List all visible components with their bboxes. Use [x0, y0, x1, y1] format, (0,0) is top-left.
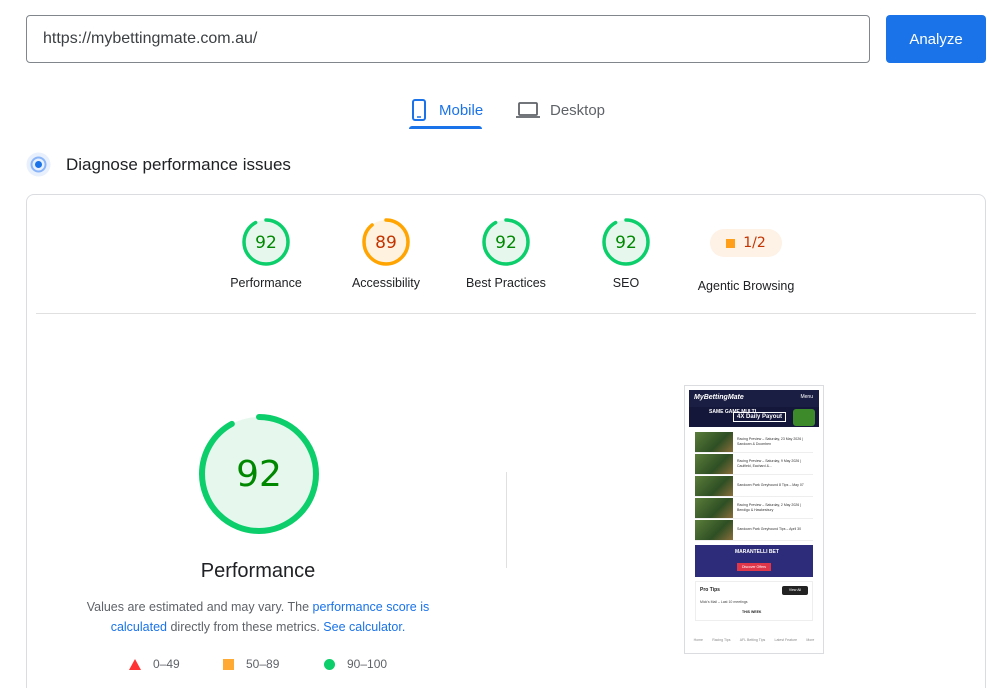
laptop-icon: [516, 102, 540, 118]
gauge-label: Performance: [230, 276, 302, 290]
gauge-score: 92: [615, 233, 637, 253]
gauge-ring: 92: [242, 218, 290, 266]
gauge-score: 92: [255, 233, 277, 253]
tab-desktop[interactable]: Desktop: [516, 90, 605, 130]
average-square-icon: [726, 238, 736, 248]
analyze-button[interactable]: Analyze: [886, 15, 986, 63]
thumb-article-list: Racing Preview – Saturday, 23 May 2026 |…: [695, 431, 813, 541]
divider: [506, 472, 507, 568]
thumb-banner: SAME GAME MULTI 4X Daily Payout: [689, 407, 819, 427]
pass-circle-icon: [324, 658, 335, 670]
gauge-label: SEO: [612, 276, 640, 290]
gauge-seo[interactable]: 92 SEO: [556, 217, 696, 290]
gauge-accessibility[interactable]: 89 Accessibility: [316, 217, 456, 290]
average-square-icon: [223, 658, 234, 670]
list-item: Sandown Park Greyhound Tips – April 30: [695, 519, 813, 541]
gauge-label: Agentic Browsing: [697, 279, 795, 293]
list-item: Racing Preview – Saturday, 2 May 2026 | …: [695, 497, 813, 519]
smartphone-icon: [412, 99, 426, 121]
active-tab-indicator: [409, 126, 482, 129]
gauge-label: Accessibility: [351, 276, 421, 290]
fail-triangle-icon: [129, 658, 141, 670]
list-item: Sandown Park Greyhound 8 Tips – May 07: [695, 475, 813, 497]
divider: [36, 313, 976, 314]
legend-pass: 90–100: [324, 657, 387, 671]
thumb-header: MyBettingMate Menu: [689, 390, 819, 407]
agentic-score: 1/2: [743, 235, 766, 251]
thumb-ad: MARANTELLI BET Discover Offers: [695, 545, 813, 577]
tab-desktop-label: Desktop: [550, 101, 606, 119]
list-item: Racing Preview – Saturday, 23 May 2026 |…: [695, 431, 813, 453]
thumb-bottom-nav: Home Racing Tips AFL Betting Tips Latest…: [693, 638, 815, 642]
gauge-performance[interactable]: 92 Performance: [196, 217, 336, 290]
tab-mobile-label: Mobile: [439, 101, 484, 119]
gauge-score: 89: [375, 233, 397, 253]
performance-description: Values are estimated and may vary. The p…: [86, 600, 430, 634]
performance-big-score: 92: [236, 454, 282, 495]
see-calculator-link[interactable]: See calculator.: [323, 620, 405, 634]
performance-big-gauge: 92: [199, 414, 319, 534]
performance-title: Performance: [200, 560, 316, 582]
gauge-best-practices[interactable]: 92 Best Practices: [436, 217, 576, 290]
url-input[interactable]: [26, 15, 870, 63]
list-item: Racing Preview – Saturday, 9 May 2026 | …: [695, 453, 813, 475]
legend-average: 50–89: [223, 657, 279, 671]
tab-mobile[interactable]: Mobile: [409, 90, 483, 130]
gauge-ring: 92: [602, 218, 650, 266]
thumb-pro-tips: Pro Tips View All Mick's Mail – Last 10 …: [695, 581, 813, 621]
diagnose-title: Diagnose performance issues: [66, 155, 291, 174]
legend-fail: 0–49: [129, 657, 180, 671]
agentic-browsing-badge[interactable]: 1/2: [710, 229, 782, 257]
lighthouse-icon: [26, 152, 51, 177]
gauge-label: Best Practices: [466, 276, 546, 290]
gauge-ring: 92: [482, 218, 530, 266]
gauge-score: 92: [495, 233, 517, 253]
page-screenshot-thumbnail: MyBettingMate Menu SAME GAME MULTI 4X Da…: [684, 385, 824, 654]
gauge-ring: 89: [362, 218, 410, 266]
